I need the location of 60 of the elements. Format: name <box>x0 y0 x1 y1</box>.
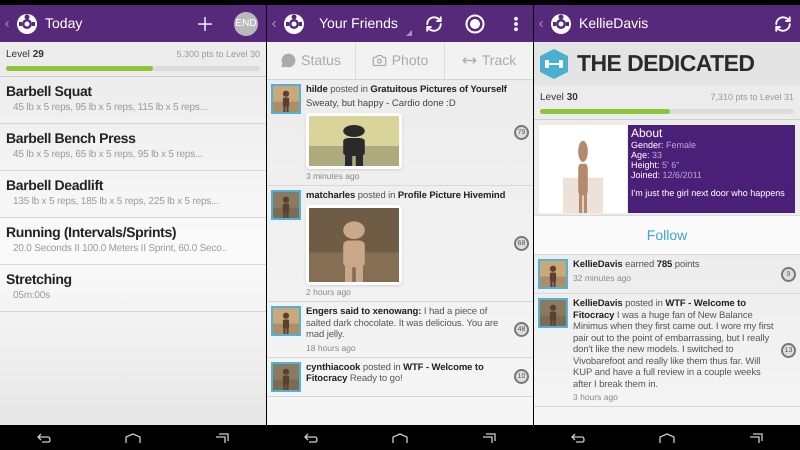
points-to-next-level: 7,310 pts to Level 31 <box>710 90 794 104</box>
post-text: cynthiacook posted in WTF - Welcome to Fitocracy Ready to go! <box>306 362 485 384</box>
exercise-row[interactable]: Barbell Squat 45 lb x 5 reps, 95 lb x 5 reps, 115 lb x 5 reps... <box>0 77 266 124</box>
post-time: 18 hours ago <box>306 342 357 352</box>
back-icon[interactable] <box>37 432 51 442</box>
exercise-row[interactable]: Running (Intervals/Sprints) 20.0 Seconds II 100.0 Meters II Sprint, 60.0 Seco.. <box>0 218 266 265</box>
exercise-row[interactable]: Stretching 05m:00s <box>0 265 266 312</box>
logo-icon <box>283 12 305 34</box>
recent-apps-icon[interactable] <box>482 432 496 442</box>
logo-icon <box>16 12 38 34</box>
exercise-sets: 45 lb x 5 reps, 65 lb x 5 reps, 95 lb x 5 reps... <box>12 148 204 162</box>
home-icon[interactable] <box>392 432 408 442</box>
about-field: Height: 5' 6" <box>631 160 792 170</box>
exercise-name: Barbell Bench Press <box>6 130 137 147</box>
exercise-sets: 05m:00s <box>12 289 51 303</box>
post-text: matcharles posted in Profile Picture Hivemind <box>306 190 506 201</box>
exercise-row[interactable]: Barbell Bench Press 45 lb x 5 reps, 65 lb x 5 reps, 95 lb x 5 reps... <box>0 124 266 171</box>
post-text: hilde posted in Gratuitous Pictures of Yourself <box>306 84 508 96</box>
exercise-name: Barbell Deadlift <box>6 177 104 194</box>
dumbbell-hexagon-icon <box>539 48 569 80</box>
ring-icon[interactable] <box>465 14 485 34</box>
post-text: KellieDavis earned 785 points <box>573 259 701 270</box>
about-field: Joined: 12/6/2011 <box>631 170 792 180</box>
about-bio: I'm just the girl next door who happens <box>631 188 786 198</box>
screen-title[interactable]: Your Friends <box>319 13 398 34</box>
exercise-name: Running (Intervals/Sprints) <box>6 224 178 241</box>
about-field: Gender: Female <box>631 140 792 150</box>
post-text: KellieDavis posted in WTF - Welcome to Fitocracy I was a huge fan of New Balance Minimus when they first came out. I wore my first pair out to the point of embarrassing, but I really don't like the new models. I switched to Vivobarefoot and really like them thus far. Will KUP and have a full review in a couple weeks after I break them in. <box>573 298 774 390</box>
refresh-icon[interactable] <box>774 14 792 32</box>
camera-icon <box>372 53 387 68</box>
post-message: Sweaty, but happy - Cardio done :D <box>306 98 457 108</box>
dropdown-caret-icon[interactable] <box>406 30 412 36</box>
speech-bubble-icon <box>281 53 296 68</box>
home-icon[interactable] <box>125 432 141 442</box>
recent-apps-icon[interactable] <box>215 432 229 442</box>
recent-apps-icon[interactable] <box>749 432 763 442</box>
level-label: Level 30 <box>540 91 578 105</box>
post-time: 2 hours ago <box>306 287 352 297</box>
post-time: 3 minutes ago <box>306 170 360 180</box>
about-field: Age: 33 <box>631 150 792 160</box>
rank-title: THE DEDICATED <box>577 52 754 75</box>
level-label: Level 29 <box>6 48 44 62</box>
exercise-sets: 45 lb x 5 reps, 95 lb x 5 reps, 115 lb x 5 reps... <box>12 101 208 115</box>
post-time: 32 minutes ago <box>573 272 632 282</box>
home-icon[interactable] <box>659 432 675 442</box>
back-icon[interactable] <box>571 432 585 442</box>
exercise-name: Stretching <box>6 271 73 288</box>
about-title: About <box>631 127 664 140</box>
logo-icon <box>550 12 572 34</box>
refresh-icon[interactable] <box>425 14 443 32</box>
exercise-name: Barbell Squat <box>6 83 93 100</box>
post-text: Engers said to xenowang: I had a piece of salted dark chocolate. It was delicious. You are mad jelly. <box>306 306 500 340</box>
exercise-row[interactable]: Barbell Deadlift 135 lb x 5 reps, 185 lb x 5 reps, 225 lb x 5 reps... <box>0 171 266 218</box>
points-to-next-level: 5,300 pts to Level 30 <box>176 48 260 61</box>
exercise-sets: 20.0 Seconds II 100.0 Meters II Sprint, 60.0 Seco.. <box>12 242 228 256</box>
screen-title: Today <box>45 14 82 33</box>
exercise-sets: 135 lb x 5 reps, 185 lb x 5 reps, 225 lb x 5 reps... <box>12 195 220 209</box>
post-time: 3 hours ago <box>573 392 619 402</box>
back-icon[interactable] <box>304 432 318 442</box>
screen-title: KellieDavis <box>579 14 648 33</box>
